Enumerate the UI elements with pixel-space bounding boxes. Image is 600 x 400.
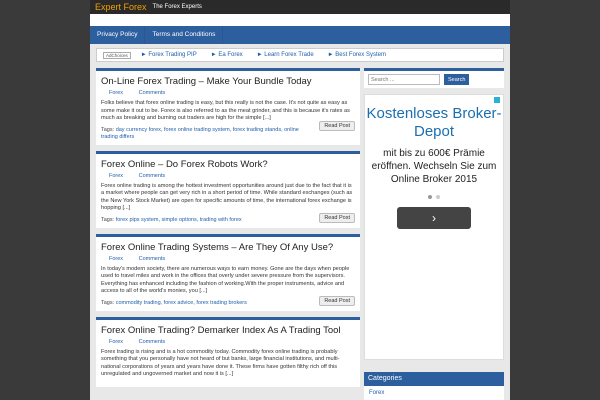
search-widget: Search <box>364 68 504 88</box>
category-link[interactable]: Forex <box>369 390 384 396</box>
tag-links[interactable]: commodity trading, forex advice, forex t… <box>116 300 247 306</box>
post-comments-link[interactable]: Comments <box>139 90 166 96</box>
post-list: On-Line Forex Trading – Make Your Bundle… <box>96 68 360 393</box>
tags-label: Tags: <box>101 126 115 133</box>
post-card: Forex Online Trading? Demarker Index As … <box>96 316 360 387</box>
post-meta: Forex Comments <box>101 256 355 262</box>
header-band <box>90 14 510 26</box>
nav-item-privacy-policy[interactable]: Privacy Policy <box>90 26 146 44</box>
post-category-link[interactable]: Forex <box>109 339 123 345</box>
top-bar: Expert Forex The Forex Experts <box>90 0 510 14</box>
post-excerpt: Forex online trading is among the hottes… <box>101 182 353 212</box>
post-card: Forex Online – Do Forex Robots Work? For… <box>96 150 360 228</box>
post-comments-link[interactable]: Comments <box>139 339 166 345</box>
post-excerpt: In today's modern society, there are num… <box>101 265 350 295</box>
ad-link-best-forex-system[interactable]: ► Best Forex System <box>328 52 386 58</box>
site-tagline: The Forex Experts <box>152 4 202 10</box>
post-tags: Tags: day currency forex, forex online t… <box>101 127 355 141</box>
chevron-right-icon: › <box>432 211 436 225</box>
post-title[interactable]: Forex Online Trading Systems – Are They … <box>101 242 355 253</box>
post-title[interactable]: Forex Online Trading? Demarker Index As … <box>101 325 355 336</box>
post-card: On-Line Forex Trading – Make Your Bundle… <box>96 68 360 145</box>
post-card: Forex Online Trading Systems – Are They … <box>96 233 360 311</box>
ad-headline[interactable]: Kostenloses Broker-Depot <box>365 105 503 141</box>
carousel-dot[interactable] <box>428 195 432 199</box>
ad-info-icon[interactable] <box>494 97 500 103</box>
tags-label: Tags: <box>101 216 115 223</box>
nav-item-terms[interactable]: Terms and Conditions <box>145 26 224 44</box>
post-tags: Tags: commodity trading, forex advice, f… <box>101 300 355 307</box>
categories-list: Forex <box>364 386 504 400</box>
post-category-link[interactable]: Forex <box>109 90 123 96</box>
post-title[interactable]: Forex Online – Do Forex Robots Work? <box>101 159 355 170</box>
carousel-dot[interactable] <box>436 195 440 199</box>
ad-links-bar: AdChoices ► Forex Trading PIP ► Ea Forex… <box>96 48 504 62</box>
post-meta: Forex Comments <box>101 90 355 96</box>
tag-links[interactable]: day currency forex, forex online trading… <box>101 127 299 140</box>
categories-title: Categories <box>364 372 504 386</box>
search-button[interactable]: Search <box>444 74 470 85</box>
ad-next-button[interactable]: › <box>397 207 471 229</box>
post-excerpt: Forex trading is rising and is a hot com… <box>101 348 340 378</box>
tag-links[interactable]: forex pips system, simple options, tradi… <box>116 217 242 223</box>
post-comments-link[interactable]: Comments <box>139 256 166 262</box>
post-category-link[interactable]: Forex <box>109 256 123 262</box>
search-input[interactable] <box>368 74 440 85</box>
sidebar: Search Kostenloses Broker-Depot mit bis … <box>364 68 504 360</box>
read-post-button[interactable]: Read Post <box>319 212 355 223</box>
main-nav: Privacy Policy Terms and Conditions <box>90 26 510 44</box>
ad-link-forex-trading-pip[interactable]: ► Forex Trading PIP <box>141 52 197 58</box>
post-title[interactable]: On-Line Forex Trading – Make Your Bundle… <box>101 76 355 87</box>
post-category-link[interactable]: Forex <box>109 173 123 179</box>
post-meta: Forex Comments <box>101 339 355 345</box>
tags-label: Tags: <box>101 299 115 306</box>
post-tags: Tags: forex pips system, simple options,… <box>101 217 355 224</box>
read-post-button[interactable]: Read Post <box>319 295 355 306</box>
read-post-button[interactable]: Read Post <box>319 120 355 131</box>
post-comments-link[interactable]: Comments <box>139 173 166 179</box>
site-title[interactable]: Expert Forex <box>95 2 147 12</box>
ad-text: mit bis zu 600€ Prämie eröffnen. Wechsel… <box>371 148 497 185</box>
ad-link-learn-forex-trade[interactable]: ► Learn Forex Trade <box>257 52 314 58</box>
post-meta: Forex Comments <box>101 173 355 179</box>
sidebar-ad[interactable]: Kostenloses Broker-Depot mit bis zu 600€… <box>364 94 504 360</box>
ad-carousel-dots <box>365 194 503 201</box>
post-excerpt: Folks believe that forex online trading … <box>101 100 350 121</box>
adchoices-badge[interactable]: AdChoices <box>103 51 131 59</box>
ad-link-ea-forex[interactable]: ► Ea Forex <box>211 52 243 58</box>
